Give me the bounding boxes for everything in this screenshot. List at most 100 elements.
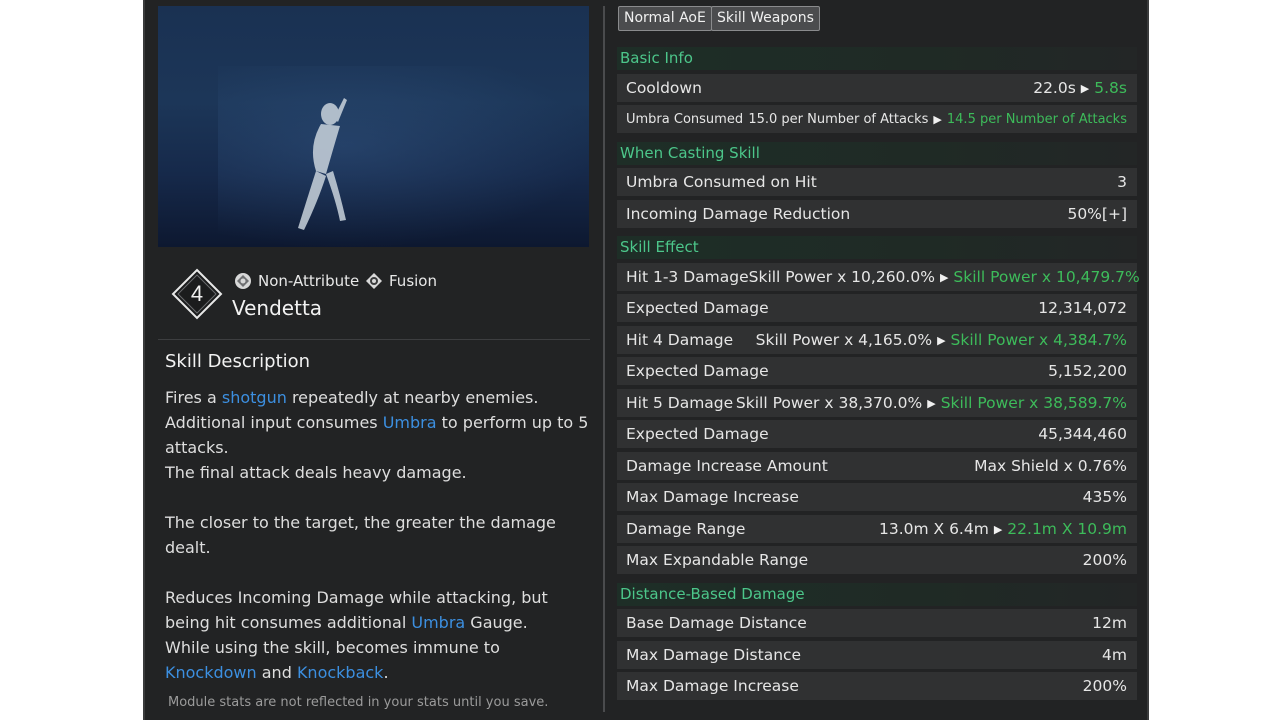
stat-value: 5,152,200 <box>1048 362 1127 380</box>
desc-text: Gauge. <box>465 613 528 632</box>
stat-row-max-expandable-range: Max Expandable Range 200% <box>617 546 1137 574</box>
section-basic-info: Basic Info <box>617 47 1137 70</box>
character-figure <box>298 98 347 230</box>
stat-row-damage-range: Damage Range 13.0m X 6.4m ▶ 22.1m X 10.9m <box>617 515 1137 543</box>
stat-value: Skill Power x 10,260.0% ▶ Skill Power x 10… <box>749 268 1140 286</box>
base-value: Skill Power x 10,260.0% <box>748 268 935 286</box>
stat-value: 12m <box>1092 614 1127 632</box>
column-divider <box>603 6 605 712</box>
stat-label: Hit 5 Damage <box>626 394 734 412</box>
tag-fusion: Fusion <box>365 272 437 290</box>
stat-label: Base Damage Distance <box>626 614 807 632</box>
keyword-link-shotgun[interactable]: shotgun <box>222 388 287 407</box>
stat-label: Hit 1-3 Damage <box>626 268 749 286</box>
base-value: 15.0 per Number of Attacks <box>748 111 929 127</box>
skill-name: Vendetta <box>232 296 323 320</box>
stat-row-cooldown: Cooldown 22.0s ▶ 5.8s <box>617 74 1137 102</box>
arrow-right-icon: ▶ <box>993 522 1003 536</box>
stat-label: Max Expandable Range <box>626 551 809 569</box>
tag-label: Non-Attribute <box>258 272 360 290</box>
save-notice: Module stats are not reflected in your s… <box>168 695 549 710</box>
fusion-icon <box>366 273 382 289</box>
stat-row-max-damage-increase: Max Damage Increase 435% <box>617 483 1137 511</box>
normal-aoe-button[interactable]: Normal AoE <box>618 6 712 31</box>
stat-label: Incoming Damage Reduction <box>626 205 851 223</box>
stat-row-base-damage-distance: Base Damage Distance 12m <box>617 609 1137 637</box>
desc-text: Additional input consumes <box>165 413 383 432</box>
desc-text: The final attack deals heavy damage. <box>165 463 467 482</box>
non-attribute-icon <box>235 273 251 289</box>
divider <box>158 339 590 340</box>
stat-value: 13.0m X 6.4m ▶ 22.1m X 10.9m <box>879 520 1127 538</box>
arrow-right-icon: ▶ <box>939 270 949 284</box>
stat-label: Damage Increase Amount <box>626 457 828 475</box>
keyword-link-knockback[interactable]: Knockback <box>297 663 384 682</box>
stat-label: Max Damage Increase <box>626 488 799 506</box>
stat-value: 200% <box>1082 551 1127 569</box>
stat-label: Umbra Consumed <box>626 111 744 127</box>
skill-description: Fires a shotgun repeatedly at nearby ene… <box>165 385 590 685</box>
stat-label: Cooldown <box>626 79 702 97</box>
stat-row-damage-increase-amount: Damage Increase Amount Max Shield x 0.76… <box>617 452 1137 480</box>
skill-level-number: 4 <box>190 281 204 306</box>
base-value: 13.0m X 6.4m <box>878 520 989 538</box>
stat-value: Max Shield x 0.76% <box>974 457 1127 475</box>
stat-row-hit-1-3: Hit 1-3 Damage Skill Power x 10,260.0% ▶ S… <box>617 263 1140 291</box>
skill-weapons-button[interactable]: Skill Weapons <box>711 6 820 31</box>
stat-row-expected-damage: Expected Damage 12,314,072 <box>617 294 1137 322</box>
stat-value: 4m <box>1102 646 1127 664</box>
stat-value: 435% <box>1082 488 1127 506</box>
desc-text: The closer to the target, the greater th… <box>165 513 556 557</box>
desc-text: Fires a <box>165 388 222 407</box>
stat-row-max-damage-increase: Max Damage Increase 200% <box>617 672 1137 700</box>
stat-row-umbra-on-hit: Umbra Consumed on Hit 3 <box>617 168 1137 196</box>
base-value: 22.0s <box>1033 79 1076 97</box>
stat-value[interactable]: 50%[+] <box>1067 205 1127 223</box>
stat-row-umbra-consumed: Umbra Consumed 15.0 per Number of Attack… <box>617 105 1137 133</box>
stat-value: 12,314,072 <box>1038 299 1127 317</box>
upgraded-value: 14.5 per Number of Attacks <box>946 111 1127 127</box>
desc-text: While using the skill, becomes immune to <box>165 638 500 657</box>
keyword-link-umbra[interactable]: Umbra <box>411 613 465 632</box>
desc-text: . <box>383 663 389 682</box>
stat-row-expected-damage: Expected Damage 45,344,460 <box>617 420 1137 448</box>
keyword-link-umbra[interactable]: Umbra <box>383 413 437 432</box>
desc-text: and <box>256 663 297 682</box>
stat-value: 15.0 per Number of Attacks ▶ 14.5 per Numb… <box>748 112 1127 127</box>
arrow-right-icon: ▶ <box>927 396 936 410</box>
skill-preview-video[interactable] <box>158 6 589 247</box>
stat-row-hit-5: Hit 5 Damage Skill Power x 38,370.0% ▶ Ski… <box>617 389 1137 417</box>
stat-value: Skill Power x 4,165.0% ▶ Skill Power x 4,3… <box>756 331 1127 349</box>
stat-row-incoming-reduction[interactable]: Incoming Damage Reduction 50%[+] <box>617 200 1137 228</box>
stat-label: Expected Damage <box>626 362 769 380</box>
stat-label: Umbra Consumed on Hit <box>626 173 817 191</box>
upgraded-value: Skill Power x 10,479.7% <box>953 268 1140 286</box>
stat-row-max-damage-distance: Max Damage Distance 4m <box>617 641 1137 669</box>
stat-value: 22.0s ▶ 5.8s <box>1033 79 1127 97</box>
tag-label: Fusion <box>389 272 437 290</box>
section-skill-effect: Skill Effect <box>617 236 1137 259</box>
stat-label: Max Damage Distance <box>626 646 802 664</box>
stat-row-hit-4: Hit 4 Damage Skill Power x 4,165.0% ▶ Skil… <box>617 326 1137 354</box>
section-distance-based: Distance-Based Damage <box>617 583 1137 606</box>
stat-value: 45,344,460 <box>1038 425 1127 443</box>
panel-border-right <box>1147 0 1149 720</box>
keyword-link-knockdown[interactable]: Knockdown <box>165 663 257 682</box>
arrow-right-icon: ▶ <box>933 112 942 126</box>
arrow-right-icon: ▶ <box>937 333 946 347</box>
upgraded-value: Skill Power x 38,589.7% <box>940 394 1127 412</box>
base-value: Skill Power x 38,370.0% <box>735 394 923 412</box>
arrow-right-icon: ▶ <box>1080 81 1090 95</box>
upgraded-value: 5.8s <box>1094 79 1127 97</box>
tag-non-attribute: Non-Attribute <box>234 272 359 290</box>
base-value: Skill Power x 4,165.0% <box>755 331 933 349</box>
stat-value: Skill Power x 38,370.0% ▶ Skill Power x 38… <box>736 394 1127 412</box>
stat-label: Max Damage Increase <box>626 677 799 695</box>
stat-row-expected-damage: Expected Damage 5,152,200 <box>617 357 1137 385</box>
upgraded-value: 22.1m X 10.9m <box>1007 520 1127 538</box>
stat-label: Expected Damage <box>626 425 769 443</box>
stat-label: Hit 4 Damage <box>626 331 734 349</box>
upgraded-value: Skill Power x 4,384.7% <box>950 331 1127 349</box>
stat-value: 200% <box>1082 677 1127 695</box>
stat-label: Expected Damage <box>626 299 769 317</box>
